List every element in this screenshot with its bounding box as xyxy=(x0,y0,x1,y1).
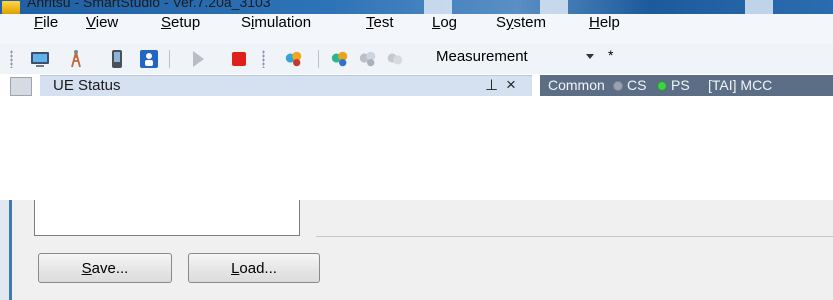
toolbar-separator xyxy=(169,50,170,68)
menu-setup-label: Setup xyxy=(161,14,201,31)
app-icon xyxy=(2,1,20,14)
menu-system-label: System xyxy=(496,14,547,31)
smartstudio-window: Anritsu - SmartStudio - Ver.7.20a_3103 F… xyxy=(0,0,833,300)
measure-wizard-icon[interactable] xyxy=(284,49,304,69)
status-strip: Common CS PS [TAI] MCC xyxy=(540,75,833,96)
list-box[interactable] xyxy=(34,200,300,236)
toolbar-grip[interactable] xyxy=(262,50,265,68)
ps-label: PS xyxy=(671,77,690,93)
user-info-icon[interactable] xyxy=(139,49,159,69)
ue-status-panel-body: Save... Load... xyxy=(0,200,833,300)
mode-label: [TAI] MCC xyxy=(708,77,773,93)
menu-file[interactable]: File xyxy=(34,14,58,31)
menu-help[interactable]: Help xyxy=(589,14,620,31)
menu-bar: File View Setup Simulation Test Log Syst… xyxy=(0,14,833,44)
title-bar: Anritsu - SmartStudio - Ver.7.20a_3103 xyxy=(0,0,833,14)
chevron-down-icon[interactable] xyxy=(586,54,594,59)
menu-test[interactable]: Test xyxy=(366,14,394,31)
menu-file-label: File xyxy=(34,14,59,31)
dock-panel-header-row: UE Status ⊥ × Common CS PS [TAI] MCC xyxy=(0,74,833,96)
menu-help-label: Help xyxy=(589,14,620,31)
toolbar-grip[interactable] xyxy=(10,50,13,68)
stop-icon[interactable] xyxy=(229,49,249,69)
cs-label: CS xyxy=(627,77,647,93)
play-icon[interactable] xyxy=(188,49,208,69)
ue-status-title: UE Status xyxy=(53,77,121,94)
measure-add-icon[interactable] xyxy=(330,49,350,69)
title-bar-highlight xyxy=(540,0,568,14)
menu-view[interactable]: View xyxy=(86,14,118,31)
close-icon[interactable]: × xyxy=(506,75,516,95)
menu-test-label: Test xyxy=(366,14,394,31)
save-button[interactable]: Save... xyxy=(38,253,172,283)
load-button[interactable]: Load... xyxy=(188,253,320,283)
ue-status-panel-header[interactable]: UE Status ⊥ × xyxy=(40,75,532,96)
cs-status-led-icon xyxy=(613,81,623,91)
measure-disabled-icon[interactable] xyxy=(358,49,378,69)
title-bar-highlight xyxy=(745,0,773,14)
toolbar: Measurement * xyxy=(0,44,833,74)
menu-setup[interactable]: Setup xyxy=(161,14,200,31)
antenna-icon[interactable] xyxy=(66,49,86,69)
menu-simulation-label: Simulation xyxy=(241,14,312,31)
modified-indicator: * xyxy=(608,47,614,63)
monitor-icon[interactable] xyxy=(30,49,50,69)
menu-log[interactable]: Log xyxy=(432,14,457,31)
common-label: Common xyxy=(548,77,605,93)
panel-left-edge xyxy=(0,200,12,300)
menu-log-label: Log xyxy=(432,14,458,31)
menu-simulation[interactable]: Simulation xyxy=(241,14,311,31)
ps-status-led-icon xyxy=(657,81,667,91)
window-title: Anritsu - SmartStudio - Ver.7.20a_3103 xyxy=(27,0,271,10)
divider xyxy=(316,236,833,237)
blank-area xyxy=(0,96,833,200)
phone-icon[interactable] xyxy=(107,49,127,69)
measure-disabled-icon[interactable] xyxy=(385,49,405,69)
pin-icon[interactable]: ⊥ xyxy=(485,76,498,94)
menu-view-label: View xyxy=(86,14,119,31)
menu-system[interactable]: System xyxy=(496,14,546,31)
measurement-dropdown[interactable]: Measurement xyxy=(436,48,528,65)
toolbar-separator xyxy=(318,50,319,68)
title-bar-highlight xyxy=(424,0,452,14)
ue-status-icon xyxy=(10,77,32,96)
